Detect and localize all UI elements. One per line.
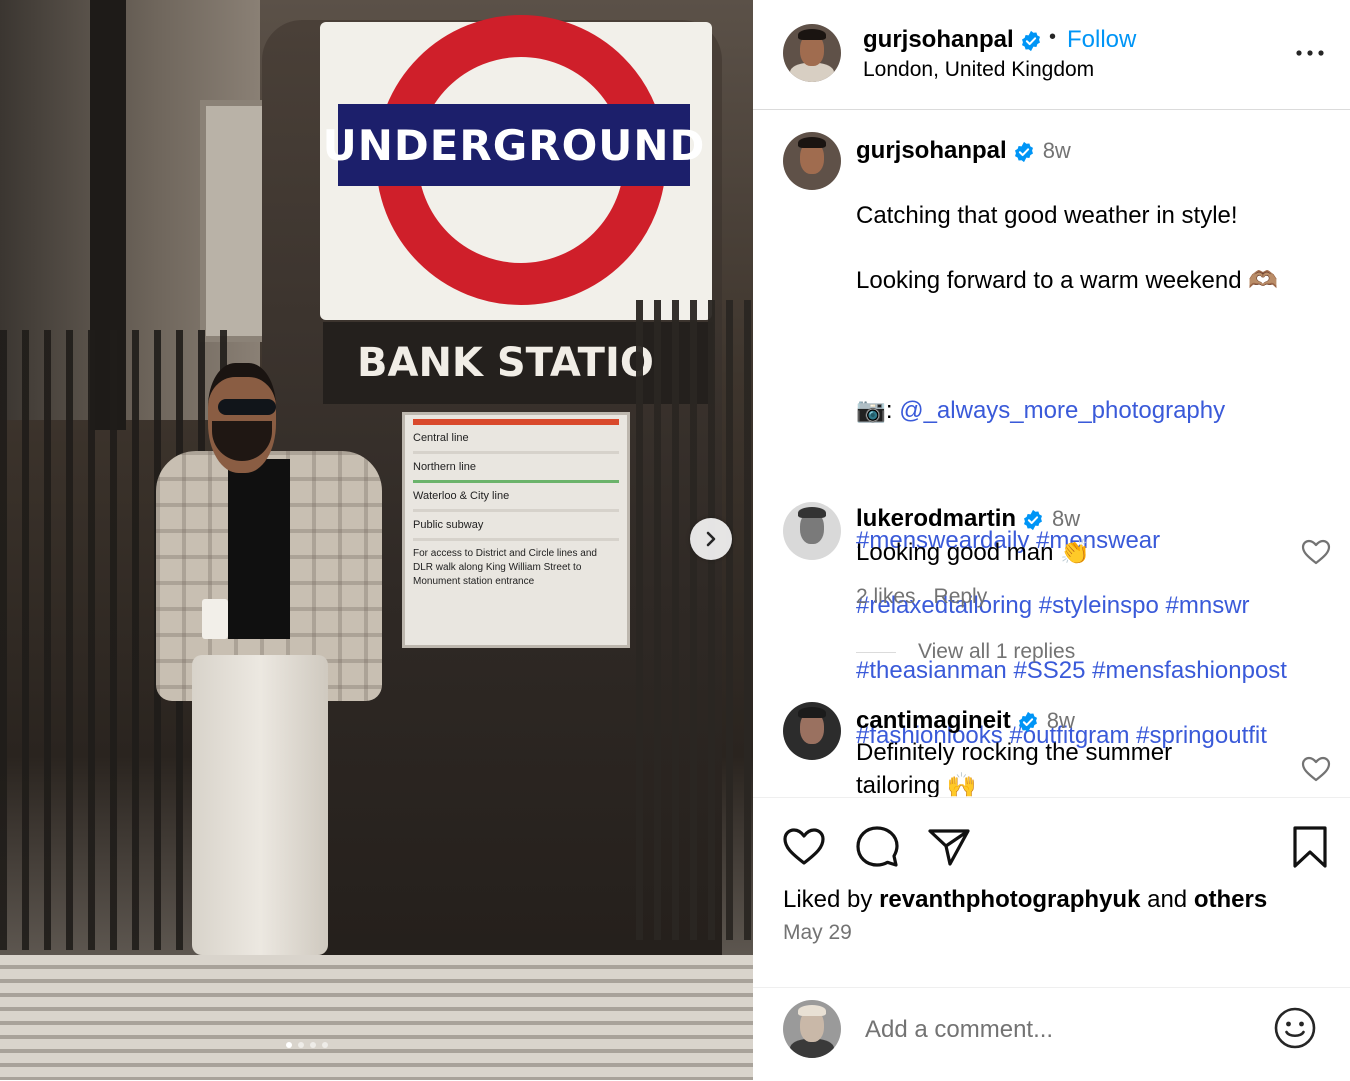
stairs bbox=[0, 955, 753, 1080]
comment-like-heart-icon[interactable] bbox=[1301, 755, 1331, 783]
lines-board: Central line Northern line Waterloo & Ci… bbox=[402, 412, 630, 648]
coffee-cup bbox=[202, 599, 228, 639]
board-line-central: Central line bbox=[413, 419, 619, 454]
liked-by-others[interactable]: others bbox=[1194, 886, 1267, 913]
comment-meta: 2 likes Reply bbox=[856, 585, 1005, 609]
comment-text: Looking good man 👏 bbox=[856, 539, 1091, 566]
verified-badge-icon bbox=[1018, 711, 1037, 732]
comment-header: cantimagineit 8w bbox=[856, 707, 1075, 735]
caption-avatar[interactable] bbox=[783, 132, 841, 190]
more-options-icon[interactable] bbox=[1293, 38, 1327, 68]
carousel-indicator bbox=[286, 1042, 328, 1048]
post-header: gurjsohanpal • Follow London, United Kin… bbox=[753, 0, 1350, 110]
caption-line-2: Looking forward to a warm weekend 🫶🏽 bbox=[856, 266, 1279, 294]
caption-header: gurjsohanpal 8w bbox=[856, 137, 1071, 165]
liked-by-and: and bbox=[1147, 886, 1188, 913]
carousel-dot bbox=[286, 1042, 292, 1048]
man-in-plaid-blazer bbox=[150, 355, 390, 965]
caption-username[interactable]: gurjsohanpal bbox=[856, 137, 1007, 164]
board-line-subway: Public subway bbox=[413, 512, 619, 541]
heart-icon[interactable] bbox=[781, 824, 827, 870]
share-icon[interactable] bbox=[926, 824, 972, 870]
caption-credit: 📷: @_always_more_photography bbox=[856, 395, 1287, 428]
post-location[interactable]: London, United Kingdom bbox=[863, 58, 1094, 82]
carousel-dot bbox=[322, 1042, 328, 1048]
board-line-waterloo: Waterloo & City line bbox=[413, 483, 619, 512]
comment-reply-button[interactable]: Reply bbox=[934, 585, 988, 608]
comment-username[interactable]: cantimagineit bbox=[856, 707, 1011, 734]
comment-header: lukerodmartin 8w bbox=[856, 505, 1080, 533]
liked-by: Liked by revanthphotographyuk and others bbox=[783, 886, 1267, 914]
commenter-avatar[interactable] bbox=[783, 702, 841, 760]
caption-time[interactable]: 8w bbox=[1043, 138, 1071, 163]
emoji-icon[interactable] bbox=[1273, 1006, 1317, 1050]
liked-by-user[interactable]: revanthphotographyuk bbox=[879, 886, 1140, 913]
caption-text: Catching that good weather in style! Loo… bbox=[856, 167, 1287, 785]
author-username[interactable]: gurjsohanpal bbox=[863, 26, 1014, 53]
photographer-mention-link[interactable]: @_always_more_photography bbox=[899, 397, 1225, 424]
carousel-next-button[interactable] bbox=[690, 518, 732, 560]
author-username-row: gurjsohanpal bbox=[863, 26, 1042, 54]
follow-button[interactable]: Follow bbox=[1067, 26, 1136, 54]
carousel-dot bbox=[298, 1042, 304, 1048]
commenter-avatar[interactable] bbox=[783, 502, 841, 560]
liked-by-prefix: Liked by bbox=[783, 886, 873, 913]
comment-icon[interactable] bbox=[854, 824, 900, 870]
comments-list[interactable]: gurjsohanpal 8w Catching that good weathe… bbox=[753, 110, 1350, 797]
railing-right bbox=[636, 300, 753, 940]
board-note: For access to District and Circle lines … bbox=[413, 548, 597, 587]
sunglasses bbox=[218, 399, 276, 415]
caption-line-1: Catching that good weather in style! bbox=[856, 201, 1238, 229]
post-side-panel: gurjsohanpal • Follow London, United Kin… bbox=[753, 0, 1350, 1080]
current-user-avatar bbox=[783, 1000, 841, 1058]
verified-badge-icon bbox=[1021, 30, 1040, 51]
post-photo: UNDERGROUND BANK STATIO Central line Nor… bbox=[0, 0, 753, 1080]
underground-sign-text: UNDERGROUND bbox=[323, 104, 704, 186]
header-separator: • bbox=[1049, 26, 1057, 48]
post-actions: Liked by revanthphotographyuk and others… bbox=[753, 797, 1350, 988]
comment-username[interactable]: lukerodmartin bbox=[856, 505, 1016, 532]
board-line-northern: Northern line bbox=[413, 454, 619, 483]
bookmark-icon[interactable] bbox=[1287, 824, 1333, 870]
verified-badge-icon bbox=[1024, 509, 1043, 530]
verified-badge-icon bbox=[1014, 141, 1033, 162]
carousel-dot bbox=[310, 1042, 316, 1048]
view-replies-button[interactable]: View all 1 replies bbox=[856, 640, 1075, 664]
replies-divider bbox=[856, 651, 896, 653]
comment-time[interactable]: 8w bbox=[1047, 708, 1075, 733]
chevron-right-icon bbox=[706, 531, 716, 547]
comment-text: Definitely rocking the summer tailoring … bbox=[856, 739, 1173, 797]
add-comment-bar bbox=[753, 987, 1350, 1081]
add-comment-input[interactable] bbox=[863, 1010, 1257, 1050]
comment-time[interactable]: 8w bbox=[1052, 506, 1080, 531]
camera-credit-prefix: 📷: bbox=[856, 396, 900, 424]
post-date[interactable]: May 29 bbox=[783, 921, 852, 945]
author-avatar[interactable] bbox=[783, 24, 841, 82]
view-replies-label: View all 1 replies bbox=[918, 640, 1076, 663]
comment-like-heart-icon[interactable] bbox=[1301, 538, 1331, 566]
comment-likes-count[interactable]: 2 likes bbox=[856, 585, 916, 608]
